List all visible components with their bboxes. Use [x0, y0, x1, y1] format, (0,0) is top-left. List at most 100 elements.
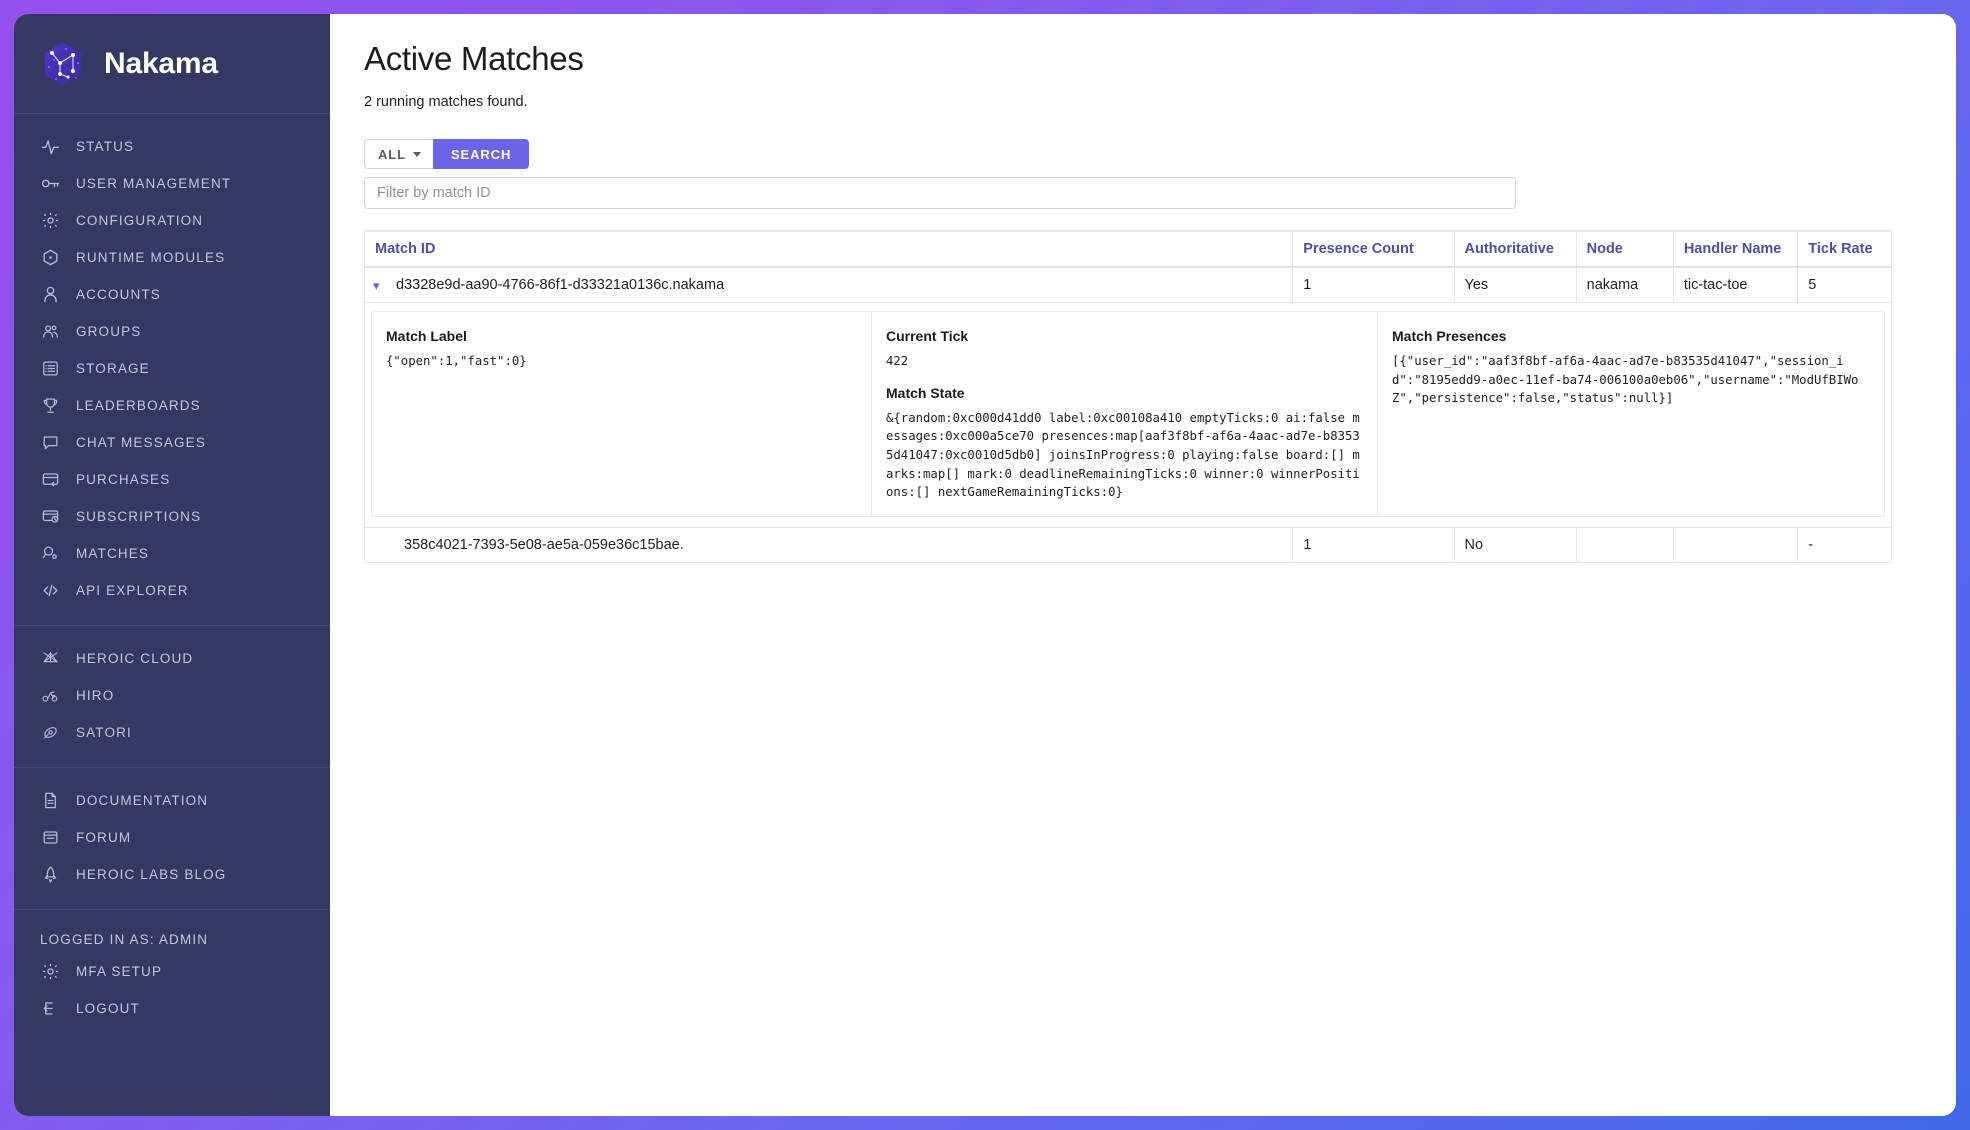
match-type-select-label: ALL — [378, 146, 406, 162]
table-header: Match ID Presence Count Authoritative No… — [363, 230, 1892, 268]
forum-window-icon — [40, 828, 60, 848]
sidebar-item-api-explorer[interactable]: API EXPLORER — [14, 572, 330, 609]
card-clock-icon — [40, 507, 60, 527]
sidebar-item-status[interactable]: STATUS — [14, 128, 330, 165]
sidebar-item-label: GROUPS — [76, 324, 142, 339]
sidebar-item-mfa-setup[interactable]: MFA SETUP — [14, 953, 330, 990]
gear-icon — [40, 962, 60, 982]
table-row[interactable]: ▾ d3328e9d-aa90-4766-86f1-d33321a0136c.n… — [363, 266, 1892, 303]
sidebar-item-label: MFA SETUP — [76, 964, 163, 979]
sidebar-item-heroic-labs-blog[interactable]: HEROIC LABS BLOG — [14, 856, 330, 893]
logout-arrow-icon — [40, 999, 60, 1019]
current-tick-value: 422 — [886, 354, 909, 368]
cell-authoritative: Yes — [1453, 266, 1577, 303]
match-detail-panel: Match Label {"open":1,"fast":0} Current … — [371, 311, 1885, 518]
chevron-down-icon[interactable]: ▾ — [373, 279, 385, 292]
main-content: Active Matches 2 running matches found. … — [330, 14, 1956, 1116]
document-icon — [40, 791, 60, 811]
match-presences-section: Match Presences [{"user_id":"aaf3f8bf-af… — [1378, 312, 1884, 516]
sidebar-item-forum[interactable]: FORUM — [14, 819, 330, 856]
match-id-filter-input[interactable] — [364, 177, 1516, 209]
sidebar-item-label: STATUS — [76, 139, 135, 154]
sidebar-primary-nav: STATUS USER MANAGEMENT CONFIGURATION RUN… — [14, 114, 330, 626]
users-group-icon — [40, 322, 60, 342]
sidebar-item-user-management[interactable]: USER MANAGEMENT — [14, 165, 330, 202]
match-presences-value: [{"user_id":"aaf3f8bf-af6a-4aac-ad7e-b83… — [1392, 354, 1859, 406]
sidebar-resources-nav: DOCUMENTATION FORUM HEROIC LABS BLOG — [14, 768, 330, 910]
cell-handler-name — [1672, 527, 1799, 564]
cell-node — [1575, 527, 1674, 564]
sidebar-item-leaderboards[interactable]: LEADERBOARDS — [14, 387, 330, 424]
sidebar-item-hiro[interactable]: HIRO — [14, 677, 330, 714]
cell-match-id: ▾ d3328e9d-aa90-4766-86f1-d33321a0136c.n… — [363, 266, 1294, 303]
hexagon-dot-icon — [40, 248, 60, 268]
sidebar-item-runtime-modules[interactable]: RUNTIME MODULES — [14, 239, 330, 276]
cell-tick-rate: - — [1797, 527, 1892, 564]
sidebar-item-chat-messages[interactable]: CHAT MESSAGES — [14, 424, 330, 461]
hiro-icon — [40, 686, 60, 706]
magnifier-dot-icon — [40, 544, 60, 564]
match-presences-heading: Match Presences — [1392, 328, 1507, 344]
sidebar-item-heroic-cloud[interactable]: HEROIC CLOUD — [14, 640, 330, 677]
sidebar-item-label: ACCOUNTS — [76, 287, 161, 302]
sidebar-item-documentation[interactable]: DOCUMENTATION — [14, 782, 330, 819]
sidebar-item-label: USER MANAGEMENT — [76, 176, 232, 191]
column-header-authoritative[interactable]: Authoritative — [1453, 230, 1577, 268]
page-subtitle: 2 running matches found. — [364, 94, 528, 110]
sidebar-item-label: HIRO — [76, 688, 115, 703]
sidebar: Nakama STATUS USER MANAGEMENT CONFIGURAT… — [14, 14, 330, 1116]
sidebar-item-satori[interactable]: SATORI — [14, 714, 330, 751]
sidebar-item-configuration[interactable]: CONFIGURATION — [14, 202, 330, 239]
sidebar-item-subscriptions[interactable]: SUBSCRIPTIONS — [14, 498, 330, 535]
sidebar-products-nav: HEROIC CLOUD HIRO SATORI — [14, 626, 330, 768]
match-label-value: {"open":1,"fast":0} — [386, 354, 527, 368]
activity-pulse-icon — [40, 137, 60, 157]
column-header-node[interactable]: Node — [1575, 230, 1674, 268]
sidebar-item-label: LOGOUT — [76, 1001, 140, 1016]
table-body: ▾ d3328e9d-aa90-4766-86f1-d33321a0136c.n… — [363, 266, 1892, 564]
match-state-value: &{random:0xc000d41dd0 label:0xc00108a410… — [886, 410, 1360, 500]
gear-icon — [40, 211, 60, 231]
column-header-tick-rate[interactable]: Tick Rate — [1797, 230, 1892, 268]
sidebar-item-accounts[interactable]: ACCOUNTS — [14, 276, 330, 313]
match-tick-state-section: Current Tick 422 Match State &{random:0x… — [872, 312, 1378, 517]
rocket-icon — [40, 865, 60, 885]
sidebar-item-label: CONFIGURATION — [76, 213, 204, 228]
sidebar-item-groups[interactable]: GROUPS — [14, 313, 330, 350]
sidebar-item-storage[interactable]: STORAGE — [14, 350, 330, 387]
brand-header[interactable]: Nakama — [14, 14, 330, 114]
table-header-row: Match ID Presence Count Authoritative No… — [363, 230, 1892, 268]
cell-presence-count: 1 — [1292, 266, 1455, 303]
key-icon — [40, 174, 60, 194]
table-row[interactable]: 358c4021-7393-5e08-ae5a-059e36c15bae. 1 … — [363, 527, 1892, 564]
cell-presence-count: 1 — [1292, 527, 1455, 564]
sidebar-item-matches[interactable]: MATCHES — [14, 535, 330, 572]
sidebar-item-label: API EXPLORER — [76, 583, 189, 598]
cell-tick-rate: 5 — [1797, 266, 1892, 303]
sidebar-item-label: SATORI — [76, 725, 132, 740]
cell-match-id: 358c4021-7393-5e08-ae5a-059e36c15bae. — [363, 527, 1294, 564]
cell-node: nakama — [1575, 266, 1674, 303]
nakama-hexagon-constellation-logo-icon — [40, 41, 86, 87]
cell-authoritative: No — [1453, 527, 1577, 564]
brand-title: Nakama — [104, 46, 218, 80]
sidebar-item-label: MATCHES — [76, 546, 150, 561]
table-detail-row: Match Label {"open":1,"fast":0} Current … — [364, 301, 1892, 529]
user-icon — [40, 285, 60, 305]
sidebar-item-label: HEROIC LABS BLOG — [76, 867, 227, 882]
sidebar-item-purchases[interactable]: PURCHASES — [14, 461, 330, 498]
match-id-text: 358c4021-7393-5e08-ae5a-059e36c15bae. — [404, 537, 684, 554]
column-header-match-id[interactable]: Match ID — [363, 230, 1294, 268]
column-header-handler-name[interactable]: Handler Name — [1672, 230, 1799, 268]
column-header-presence-count[interactable]: Presence Count — [1292, 230, 1455, 268]
sidebar-item-logout[interactable]: LOGOUT — [14, 990, 330, 1027]
trophy-icon — [40, 396, 60, 416]
match-type-select[interactable]: ALL — [364, 139, 433, 169]
cloud-net-icon — [40, 649, 60, 669]
sidebar-item-label: DOCUMENTATION — [76, 793, 209, 808]
match-detail-cell: Match Label {"open":1,"fast":0} Current … — [364, 301, 1892, 529]
sidebar-item-label: STORAGE — [76, 361, 150, 376]
sidebar-item-label: LEADERBOARDS — [76, 398, 201, 413]
sidebar-item-label: RUNTIME MODULES — [76, 250, 226, 265]
search-button[interactable]: SEARCH — [432, 139, 530, 169]
